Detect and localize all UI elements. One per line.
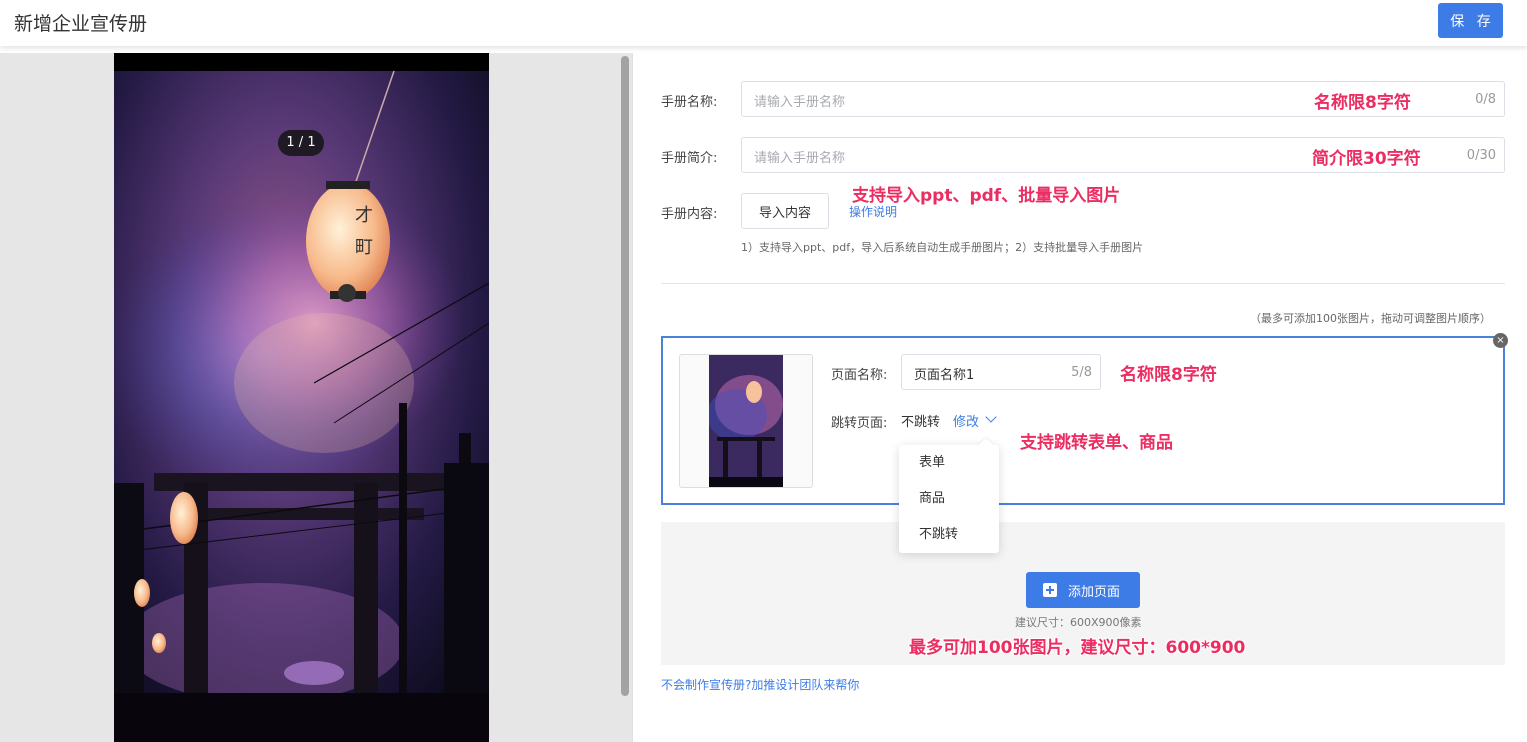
jump-dropdown: 表单 商品 不跳转 xyxy=(899,437,999,553)
add-page-label: 添加页面 xyxy=(1068,584,1121,600)
intro-annotation: 简介限30字符 xyxy=(1312,149,1421,169)
modify-jump-link[interactable]: 修改 xyxy=(953,411,979,430)
page-header: 新增企业宣传册 保 存 xyxy=(0,0,1527,46)
jump-value: 不跳转 xyxy=(901,415,941,430)
section-divider xyxy=(661,283,1505,284)
page-name-value: 页面名称1 xyxy=(914,368,975,383)
svg-text:才: 才 xyxy=(355,205,373,226)
svg-text:町: 町 xyxy=(355,237,373,258)
import-hint: 1）支持导入ppt、pdf，导入后系统自动生成手册图片；2）支持批量导入手册图片 xyxy=(741,241,1144,254)
preview-panel: 才 町 1 / 1 xyxy=(0,53,632,742)
page-name-char-count: 5/8 xyxy=(1071,365,1092,380)
page-title: 新增企业宣传册 xyxy=(14,13,148,35)
plus-icon xyxy=(1043,583,1057,597)
page-name-input[interactable]: 页面名称1 5/8 xyxy=(901,354,1101,390)
page-thumbnail xyxy=(709,355,783,487)
dropdown-item-form[interactable]: 表单 xyxy=(899,445,999,481)
intro-label: 手册简介: xyxy=(661,151,718,166)
import-content-button[interactable]: 导入内容 xyxy=(741,193,829,229)
name-annotation: 名称限8字符 xyxy=(1314,93,1411,113)
max-images-hint: （最多可添加100张图片，拖动可调整图片顺序） xyxy=(1250,312,1491,325)
jump-annotation: 支持跳转表单、商品 xyxy=(1020,433,1173,453)
brochure-preview-image: 才 町 1 / 1 xyxy=(114,53,489,742)
intro-char-count: 0/30 xyxy=(1466,148,1496,163)
close-icon[interactable]: × xyxy=(1493,333,1508,348)
name-label: 手册名称: xyxy=(661,95,718,110)
dropdown-item-no-jump[interactable]: 不跳转 xyxy=(899,517,999,553)
add-area-annotation: 最多可加100张图片，建议尺寸：600*900 xyxy=(909,638,1246,658)
dropdown-item-product[interactable]: 商品 xyxy=(899,481,999,517)
page-name-annotation: 名称限8字符 xyxy=(1120,365,1217,385)
save-button[interactable]: 保 存 xyxy=(1438,3,1503,38)
page-counter: 1 / 1 xyxy=(278,130,324,156)
panel-divider xyxy=(632,53,633,742)
name-char-count: 0/8 xyxy=(1475,92,1496,107)
design-team-help-link[interactable]: 不会制作宣传册?加推设计团队来帮你 xyxy=(661,676,859,693)
add-page-button[interactable]: 添加页面 xyxy=(1026,572,1140,608)
preview-scrollbar[interactable] xyxy=(621,56,629,696)
name-placeholder: 请输入手册名称 xyxy=(754,95,846,110)
size-hint: 建议尺寸：600X900像素 xyxy=(1015,616,1142,629)
content-annotation: 支持导入ppt、pdf、批量导入图片 xyxy=(852,186,1121,206)
intro-placeholder: 请输入手册名称 xyxy=(754,151,846,166)
content-label: 手册内容: xyxy=(661,207,718,222)
jump-label: 跳转页面: xyxy=(831,416,888,431)
page-name-label: 页面名称: xyxy=(831,368,888,383)
